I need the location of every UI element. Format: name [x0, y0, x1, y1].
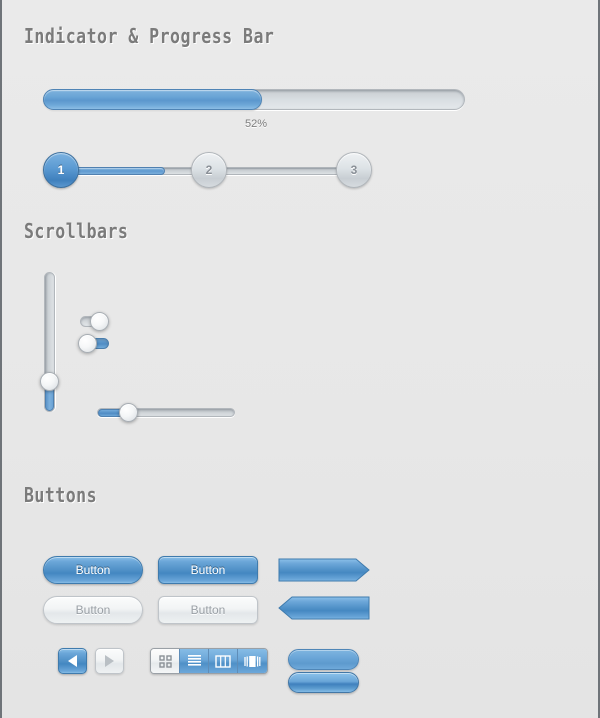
step-node-1[interactable]: 1: [43, 152, 79, 188]
progress-bar-label-wrap: 52%: [2, 118, 600, 130]
primary-rounded-button[interactable]: Button: [158, 556, 258, 584]
grid-view-icon: [158, 654, 172, 668]
progress-bar-value: 52%: [244, 118, 268, 130]
step-indicator: 1 2 3: [43, 152, 378, 190]
coverflow-view-icon: [244, 655, 261, 667]
triangle-right-icon: [105, 655, 114, 667]
view-mode-grid[interactable]: [151, 649, 180, 673]
disabled-pill-button[interactable]: Button: [43, 596, 143, 624]
section-title-buttons: Buttons: [24, 484, 98, 508]
arrow-banner-left-icon: [278, 596, 370, 620]
view-mode-column[interactable]: [209, 649, 238, 673]
view-mode-list[interactable]: [180, 649, 209, 673]
next-button[interactable]: [95, 648, 124, 674]
arrow-banner-left-button[interactable]: [278, 596, 370, 620]
toggle-knob-on[interactable]: [78, 334, 97, 353]
view-mode-coverflow[interactable]: [238, 649, 267, 673]
list-view-icon: [187, 655, 201, 666]
section-title-scrollbars: Scrollbars: [24, 220, 129, 244]
disabled-rounded-button[interactable]: Button: [158, 596, 258, 624]
step-node-2[interactable]: 2: [191, 152, 227, 188]
progress-bar-track[interactable]: [43, 89, 465, 110]
ui-kit-page: Indicator & Progress Bar 52% 1 2 3 Scrol…: [0, 0, 600, 718]
step-node-3[interactable]: 3: [336, 152, 372, 188]
prev-button[interactable]: [58, 648, 87, 674]
toggle-switch-on[interactable]: [78, 334, 109, 353]
section-title-indicator: Indicator & Progress Bar: [24, 25, 275, 49]
horizontal-slider-knob[interactable]: [119, 403, 138, 422]
toggle-switch-off[interactable]: [80, 312, 109, 331]
triangle-left-icon: [68, 655, 77, 667]
vertical-slider-knob[interactable]: [40, 372, 59, 391]
horizontal-slider[interactable]: [97, 403, 235, 422]
toggle-knob-off[interactable]: [90, 312, 109, 331]
view-mode-segmented-control[interactable]: [150, 648, 268, 674]
column-view-icon: [215, 654, 231, 668]
pill-button-gloss[interactable]: [288, 672, 359, 693]
arrow-banner-right-button[interactable]: [278, 558, 370, 582]
progress-bar-fill: [43, 89, 263, 110]
arrow-banner-right-icon: [278, 558, 370, 582]
vertical-slider[interactable]: [40, 272, 59, 412]
pill-button-flat[interactable]: [288, 649, 359, 670]
primary-pill-button[interactable]: Button: [43, 556, 143, 584]
